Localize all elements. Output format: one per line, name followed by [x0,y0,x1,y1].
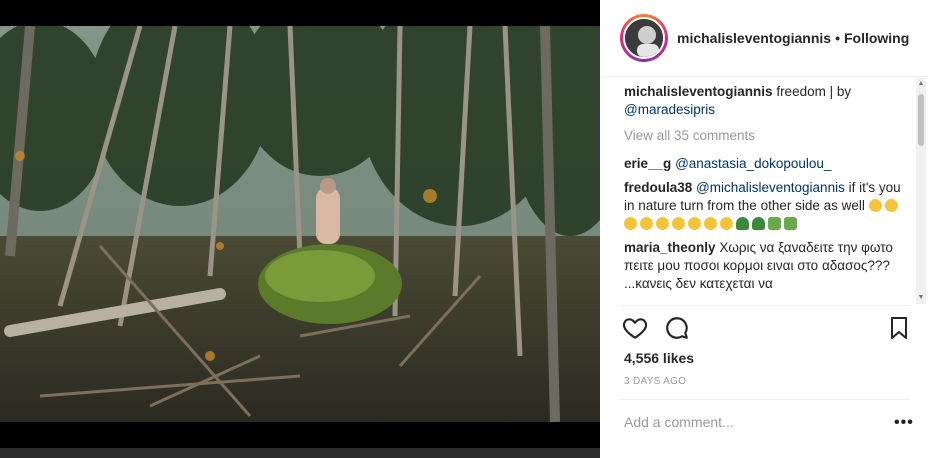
cactus-emoji-icon [784,217,797,230]
caption-username[interactable]: michalisleventogiannis [624,84,773,99]
photo-area [0,0,600,458]
comment-item: erie__g @anastasia_dokopoulou_ [624,155,914,173]
post-side-panel: michalisleventogiannis • Following michali… [600,0,928,458]
comments-list[interactable]: michalisleventogiannis freedom | by @mar… [624,77,914,303]
next-post-strip [0,448,600,458]
avatar-story-ring[interactable] [620,14,668,62]
view-all-comments-link[interactable]: View all 35 comments [624,127,914,145]
divider [620,399,910,400]
emoji-icon [624,217,637,230]
emoji-icon [672,217,685,230]
tree-emoji-icon [752,217,765,230]
avatar[interactable] [623,17,665,59]
action-bar [622,315,912,345]
emoji-icon [704,217,717,230]
comments-scrollbar[interactable]: ▲ ▼ [916,78,926,304]
emoji-icon [688,217,701,230]
palm-tree-emoji-icon [768,217,781,230]
comment-item: fredoula38 @michalisleventogiannis if it… [624,179,914,233]
scroll-thumb[interactable] [918,94,924,146]
add-comment-input[interactable]: Add a comment... [624,414,734,430]
emoji-icon [640,217,653,230]
header-username[interactable]: michalisleventogiannis [677,30,831,46]
tree-emoji-icon [736,217,749,230]
more-options-icon[interactable]: ••• [894,414,914,432]
comment-username[interactable]: erie__g [624,156,671,171]
divider [620,305,910,306]
emoji-icon [884,199,898,212]
header-line: michalisleventogiannis • Following [677,30,909,46]
comment-username[interactable]: maria_theonly [624,240,716,255]
comment-mention[interactable]: @anastasia_dokopoulou_ [675,156,831,171]
emoji-icon [720,217,733,230]
post-timestamp[interactable]: 3 DAYS AGO [624,376,686,387]
heart-icon[interactable] [622,315,648,341]
caption: michalisleventogiannis freedom | by @mar… [624,83,914,119]
scroll-down-arrow-icon[interactable]: ▼ [917,294,925,302]
caption-text: freedom | by [776,84,852,99]
following-button[interactable]: Following [844,30,909,46]
comment-icon[interactable] [664,315,690,341]
header-separator: • [835,30,840,46]
caption-mention[interactable]: @maradesipris [624,102,715,117]
forest-image [0,26,600,422]
comment-mention[interactable]: @michalisleventogiannis [696,180,845,195]
comment-item: maria_theonly Χωρις να ξαναδειτε την φωτ… [624,239,914,293]
comment-username[interactable]: fredoula38 [624,180,692,195]
emoji-icon [656,217,669,230]
avatar-image [625,19,663,57]
likes-count[interactable]: 4,556 likes [624,350,694,366]
post-photo[interactable] [0,26,600,422]
scroll-up-arrow-icon[interactable]: ▲ [917,80,925,88]
emoji-icon [868,199,882,212]
post-header: michalisleventogiannis • Following [600,0,928,77]
bookmark-icon[interactable] [888,316,910,340]
